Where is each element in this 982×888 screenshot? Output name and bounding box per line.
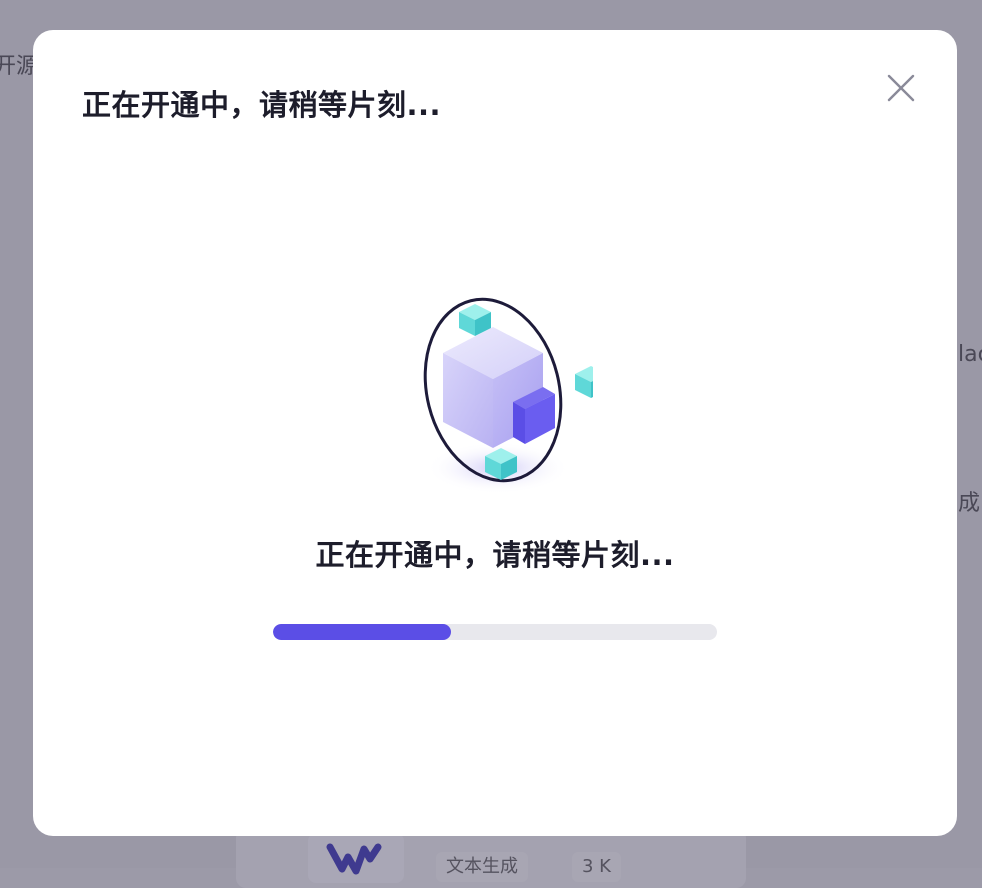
status-message: 正在开通中，请稍等片刻... [315, 538, 675, 572]
background-text: 成 [958, 491, 981, 516]
close-icon[interactable] [883, 70, 919, 106]
activation-modal: 正在开通中，请稍等片刻... 正在开通中，请稍等片刻... [33, 30, 957, 836]
progress-fill [273, 624, 451, 640]
background-text: lac [958, 342, 982, 367]
background-chip: 文本生成 [436, 852, 528, 882]
background-logo [308, 833, 404, 883]
background-chip: 3 K [572, 852, 621, 882]
cube-orbit-icon [393, 260, 607, 510]
progress-bar [273, 624, 717, 640]
modal-title: 正在开通中，请稍等片刻... [82, 88, 442, 122]
